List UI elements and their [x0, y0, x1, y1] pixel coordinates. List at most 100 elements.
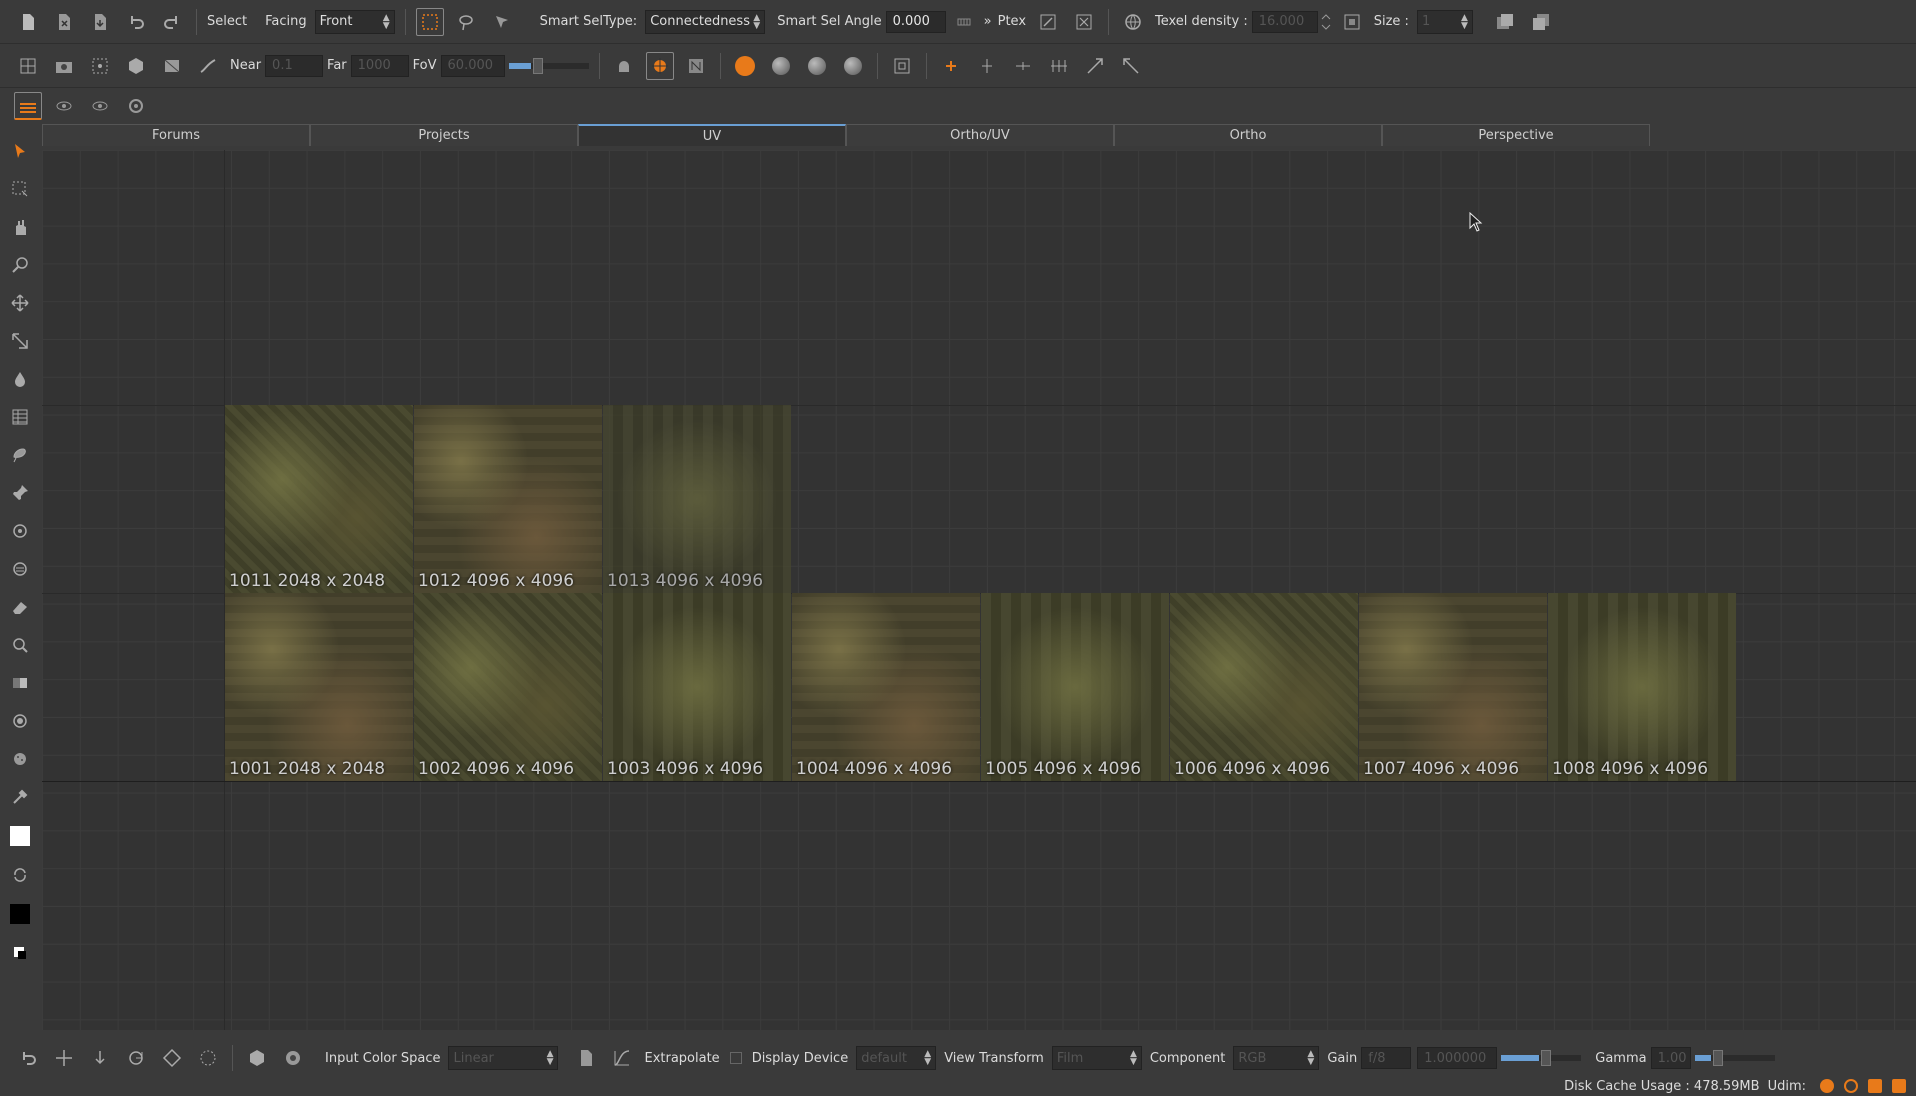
burn-icon[interactable] — [6, 706, 34, 736]
document-icon[interactable] — [572, 1044, 600, 1072]
gain-slider[interactable] — [1501, 1050, 1582, 1066]
save-file-icon[interactable] — [86, 8, 114, 36]
light-icon[interactable] — [610, 52, 638, 80]
udim-tile-1005[interactable]: 1005 4096 x 4096 — [981, 593, 1169, 781]
udim-tile-1011[interactable]: 1011 2048 x 2048 — [225, 405, 413, 593]
transform-tool-icon[interactable] — [6, 326, 34, 356]
film-icon[interactable] — [158, 52, 186, 80]
near-input[interactable]: 0.1 — [265, 54, 324, 77]
move-transform-icon[interactable] — [50, 1044, 78, 1072]
down-arrow-icon[interactable] — [86, 1044, 114, 1072]
clone-icon[interactable] — [6, 516, 34, 546]
copy-layer-icon[interactable] — [1491, 8, 1519, 36]
texel-density-spinner-icon[interactable] — [1320, 8, 1332, 36]
ptex-edit-icon[interactable] — [1034, 8, 1062, 36]
smart-seltype-dropdown[interactable]: Connectedness ▲ ▼ — [645, 9, 766, 34]
far-input[interactable]: 1000 — [350, 54, 409, 77]
transform-icon[interactable] — [1081, 52, 1109, 80]
paint-mode-icon[interactable] — [645, 51, 674, 80]
shading-full-icon[interactable] — [839, 52, 867, 80]
close-file-icon[interactable] — [50, 8, 78, 36]
redo-icon[interactable] — [158, 8, 186, 36]
eye-show-icon[interactable] — [86, 92, 114, 120]
eyedropper-icon[interactable] — [6, 782, 34, 812]
paint-drop-icon[interactable] — [6, 364, 34, 394]
circle-select-icon[interactable] — [194, 1044, 222, 1072]
marquee-select-icon[interactable] — [6, 174, 34, 204]
shading-flat-icon[interactable] — [731, 52, 759, 80]
rotate-icon[interactable] — [122, 1044, 150, 1072]
shading-spec-icon[interactable] — [803, 52, 831, 80]
udim-layers-icon[interactable] — [1868, 1079, 1882, 1093]
layers-stack-icon[interactable] — [6, 402, 34, 432]
udim-pending-icon[interactable] — [1844, 1079, 1858, 1093]
distribute-icon[interactable] — [1045, 52, 1073, 80]
size-dropdown[interactable]: 1 ▲ ▼ — [1416, 9, 1473, 34]
gear-shape-icon[interactable] — [279, 1044, 307, 1072]
gamma-slider-knob[interactable] — [1712, 1050, 1723, 1066]
uv-layout-icon[interactable] — [14, 52, 42, 80]
undo-arrow-icon[interactable] — [14, 1044, 42, 1072]
blur-icon[interactable] — [6, 554, 34, 584]
shading-smooth-icon[interactable] — [767, 52, 795, 80]
rect-select-icon[interactable] — [415, 7, 444, 36]
pivot-icon[interactable] — [937, 52, 965, 80]
texel-density-input[interactable]: 16.000 — [1251, 10, 1318, 33]
udim-tile-1002[interactable]: 1002 4096 x 4096 — [414, 593, 602, 781]
udim-tile-1013[interactable]: 1013 4096 x 4096 — [603, 405, 791, 593]
fit-frame-icon[interactable] — [1338, 8, 1366, 36]
gain-fstop-input[interactable]: f/8 — [1361, 1047, 1412, 1069]
udim-tile-1012[interactable]: 1012 4096 x 4096 — [414, 405, 602, 593]
curve-icon[interactable] — [608, 1044, 636, 1072]
dodge-icon[interactable] — [6, 630, 34, 660]
fov-input[interactable]: 60.000 — [440, 54, 505, 77]
swap-colors-icon[interactable] — [6, 860, 34, 890]
lasso-select-icon[interactable] — [452, 8, 480, 36]
brush-stroke-icon[interactable] — [194, 52, 222, 80]
input-color-space-dropdown[interactable]: Linear ▲ ▼ — [448, 1046, 559, 1070]
ptex-grid-icon[interactable] — [1070, 8, 1098, 36]
tab-ortho-uv[interactable]: Ortho/UV — [846, 124, 1114, 146]
hex-shape-icon[interactable] — [243, 1044, 271, 1072]
slider-handle-icon[interactable] — [950, 8, 978, 36]
hand-pan-icon[interactable] — [6, 212, 34, 242]
fov-slider[interactable] — [508, 57, 589, 74]
scale-icon[interactable] — [158, 1044, 186, 1072]
sponge-icon[interactable] — [6, 744, 34, 774]
cube-icon[interactable] — [122, 52, 150, 80]
smart-select-icon[interactable] — [488, 8, 516, 36]
tab-forums[interactable]: Forums — [42, 124, 310, 146]
camera-icon[interactable] — [50, 52, 78, 80]
udim-tile-1003[interactable]: 1003 4096 x 4096 — [603, 593, 791, 781]
gamma-input[interactable]: 1.00 — [1650, 1047, 1691, 1069]
extrapolate-checkbox[interactable] — [729, 1052, 742, 1064]
align-vertical-icon[interactable] — [973, 52, 1001, 80]
align-horizontal-icon[interactable] — [1009, 52, 1037, 80]
more-chevron-icon[interactable]: » — [984, 14, 992, 29]
foreground-color-swatch[interactable] — [10, 826, 30, 846]
udim-tile-1001[interactable]: 1001 2048 x 2048 — [225, 593, 413, 781]
view-transform-dropdown[interactable]: Film ▲ ▼ — [1051, 1046, 1142, 1070]
zoom-icon[interactable] — [6, 250, 34, 280]
fov-slider-knob[interactable] — [532, 57, 543, 74]
transform-reset-icon[interactable] — [1117, 52, 1145, 80]
paste-layer-icon[interactable] — [1527, 8, 1555, 36]
frame-select-icon[interactable] — [888, 52, 916, 80]
pin-icon[interactable] — [6, 478, 34, 508]
smart-sel-angle-input[interactable]: 0.000 — [885, 10, 946, 33]
move-icon[interactable] — [6, 288, 34, 318]
display-device-dropdown[interactable]: default ▲ ▼ — [856, 1046, 937, 1070]
globe-icon[interactable] — [1119, 8, 1147, 36]
uv-viewport[interactable]: 1011 2048 x 2048 1012 4096 x 4096 1013 4… — [42, 150, 1916, 1030]
gain-slider-knob[interactable] — [1541, 1050, 1552, 1066]
background-color-swatch[interactable] — [10, 904, 30, 924]
view-layers-icon[interactable] — [14, 92, 42, 120]
undo-icon[interactable] — [122, 8, 150, 36]
udim-tile-1008[interactable]: 1008 4096 x 4096 — [1548, 593, 1736, 781]
udim-tile-1007[interactable]: 1007 4096 x 4096 — [1359, 593, 1547, 781]
facing-dropdown[interactable]: Front ▲ ▼ — [314, 9, 395, 34]
gain-value-input[interactable]: 1.000000 — [1417, 1047, 1498, 1069]
tab-uv[interactable]: UV — [578, 124, 846, 146]
udim-export-icon[interactable] — [1892, 1079, 1906, 1093]
gamma-slider[interactable] — [1694, 1050, 1775, 1066]
